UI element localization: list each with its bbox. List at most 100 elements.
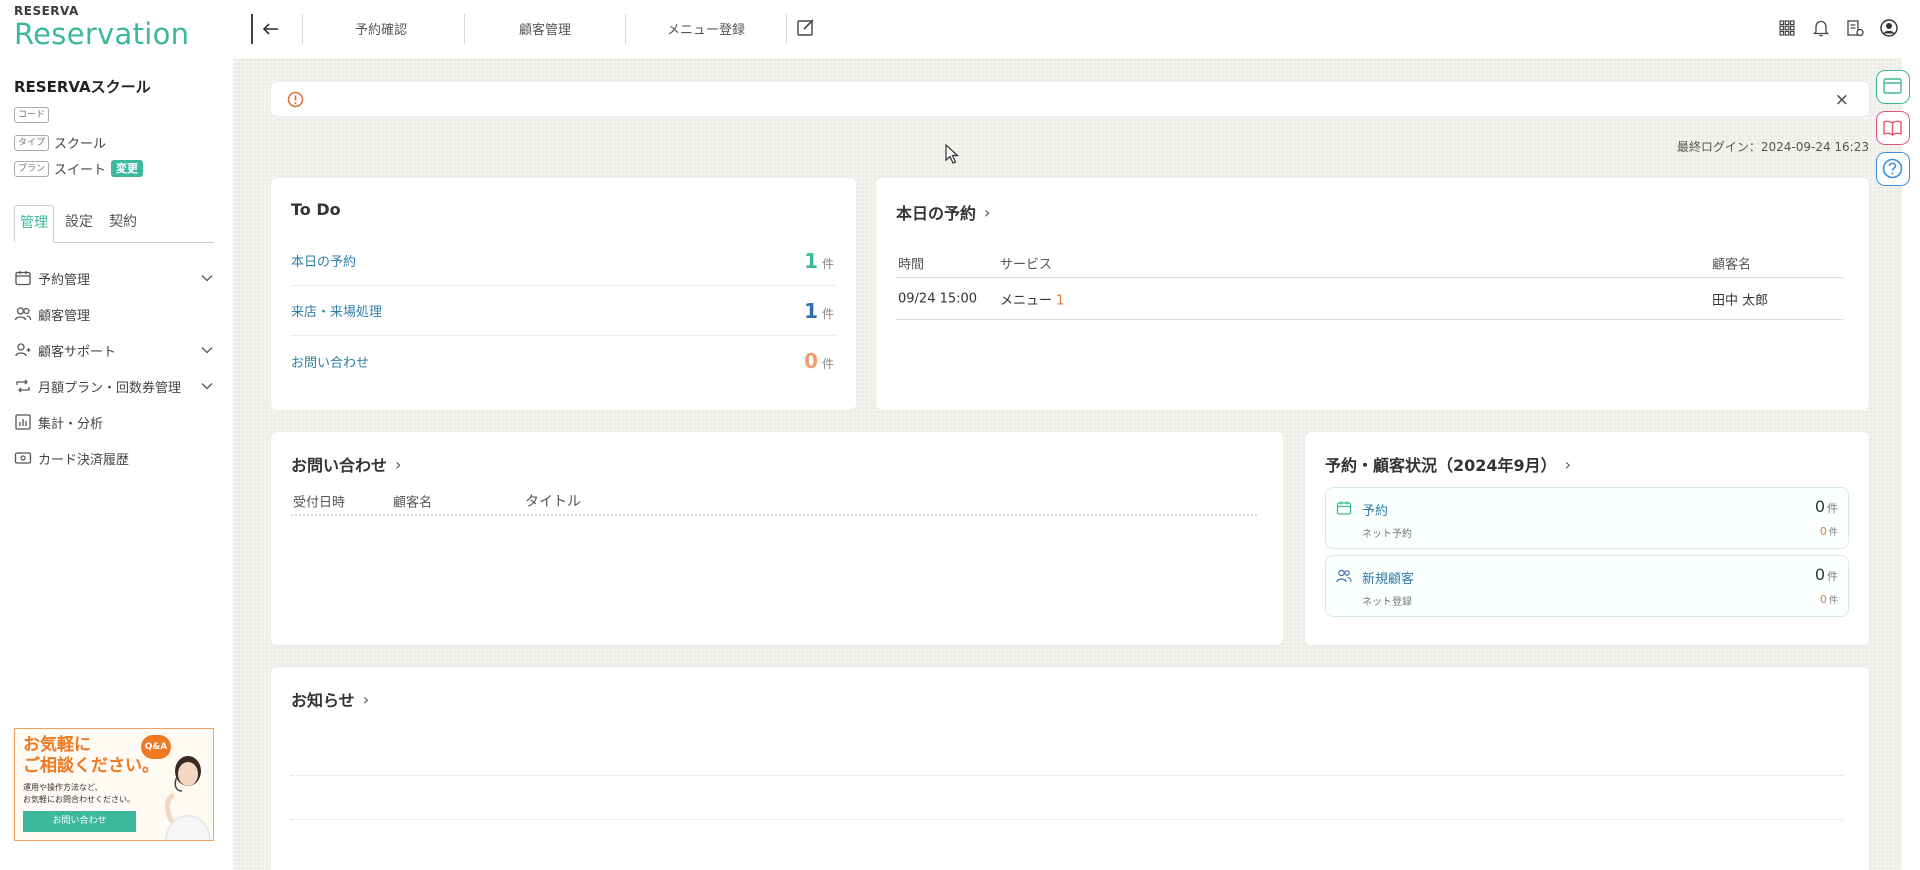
chevron-right-icon: › <box>1564 454 1572 474</box>
table-row[interactable]: 09/24 15:00 メニュー 1 田中 太郎 <box>896 278 1843 320</box>
todo-row-today: 本日の予約 1 件 <box>291 236 836 286</box>
divider <box>302 14 303 44</box>
meta-code: コード <box>14 107 54 123</box>
window-icon <box>1883 78 1902 94</box>
news-title-link[interactable]: お知らせ › <box>291 687 369 711</box>
card-title-text: お知らせ <box>291 691 355 710</box>
sidebar-item-analytics[interactable]: 集計・分析 <box>14 404 214 440</box>
stat-reservations: 予約 ネット予約 0件 0件 <box>1325 487 1849 549</box>
stat-unit: 件 <box>1827 502 1838 515</box>
help-question-icon <box>1882 158 1903 179</box>
stat-subnumber: 0 <box>1819 525 1827 538</box>
sidebar-item-label: 顧客管理 <box>38 308 91 324</box>
stat-label[interactable]: 新規顧客 <box>1362 568 1414 587</box>
chevron-right-icon: › <box>362 689 370 709</box>
repeat-icon <box>16 379 30 393</box>
meta-value: スイート <box>54 163 107 178</box>
today-reservations-card: 本日の予約 › 時間 サービス 顧客名 09/24 15:00 メニュー 1 田… <box>876 178 1869 410</box>
todo-label[interactable]: 本日の予約 <box>291 251 356 270</box>
change-plan-button[interactable]: 変更 <box>111 160 144 177</box>
screen-tool-button[interactable] <box>1876 70 1910 104</box>
alert-circle-icon <box>287 91 304 108</box>
sidebar-item-label: 集計・分析 <box>38 416 104 432</box>
todo-label[interactable]: お問い合わせ <box>291 352 369 371</box>
meta-value: スクール <box>54 137 107 152</box>
tab-settings[interactable]: 設定 <box>60 205 98 243</box>
service-count: 1 <box>1056 293 1065 308</box>
status-title-link[interactable]: 予約・顧客状況（2024年9月） › <box>1325 452 1571 476</box>
sidebar-item-card-history[interactable]: カード決済履歴 <box>14 440 214 476</box>
collapse-sidebar-icon[interactable] <box>258 17 284 41</box>
chevron-down-icon <box>201 383 213 390</box>
stat-subvalue: 0件 <box>1820 592 1838 606</box>
tab-manage[interactable]: 管理 <box>14 205 54 243</box>
close-alert-button[interactable]: × <box>1835 90 1849 110</box>
book-icon <box>1883 120 1902 136</box>
tab-contract[interactable]: 契約 <box>104 205 142 243</box>
reservation-service: メニュー 1 <box>1000 289 1064 308</box>
card-icon <box>14 452 32 464</box>
sidebar-item-label: 月額プラン・回数券管理 <box>38 380 182 396</box>
sidebar: RESERVA Reservation RESERVAスクール コード タイプ … <box>0 0 233 870</box>
calendar-icon <box>15 271 31 286</box>
chevron-down-icon <box>201 347 213 354</box>
nav-menu-registration[interactable]: メニュー登録 <box>667 19 745 38</box>
meta-plan: プラン スイート 変更 <box>14 159 144 178</box>
help-button[interactable] <box>1876 152 1910 186</box>
brand-small: RESERVA <box>14 4 79 18</box>
last-login: 最終ログイン：2024-09-24 16:23 <box>1676 140 1869 154</box>
apps-grid-icon[interactable] <box>1777 18 1797 38</box>
todo-row-inquiries: お問い合わせ 0 件 <box>291 336 836 386</box>
stat-label[interactable]: 予約 <box>1362 500 1388 519</box>
promo-title-line: ご相談ください。 <box>23 756 159 776</box>
sidebar-item-label: カード決済履歴 <box>38 452 130 468</box>
brand-logo[interactable]: RESERVA Reservation <box>14 4 189 50</box>
promo-subtitle: 運用や操作方法など、 お気軽にお問合わせください。 <box>23 782 135 806</box>
nav-customer-management[interactable]: 顧客管理 <box>519 19 571 38</box>
stat-unit: 件 <box>1827 570 1838 583</box>
column-header: 顧客名 <box>393 495 433 511</box>
chevron-down-icon <box>201 275 213 282</box>
monthly-status-card: 予約・顧客状況（2024年9月） › 予約 ネット予約 0件 0件 新規顧客 ネ… <box>1305 432 1869 645</box>
store-settings-icon[interactable] <box>1845 18 1865 38</box>
stat-subunit: 件 <box>1828 527 1838 538</box>
today-title-link[interactable]: 本日の予約 › <box>896 200 990 224</box>
column-header: タイトル <box>525 494 581 510</box>
promo-contact-button[interactable]: お問い合わせ <box>23 811 136 832</box>
inquiries-title-link[interactable]: お問い合わせ › <box>291 452 401 476</box>
sidebar-item-support[interactable]: 顧客サポート <box>14 332 214 368</box>
brand-large: Reservation <box>14 17 190 51</box>
support-promo-banner[interactable]: お気軽に ご相談ください。 Q&A 運用や操作方法など、 お気軽にお問合わせくだ… <box>14 728 214 841</box>
support-operator-illustration <box>165 756 211 840</box>
manual-button[interactable] <box>1876 111 1910 145</box>
stat-number: 0 <box>1814 565 1825 584</box>
inquiries-card: お問い合わせ › 受付日時 顧客名 タイトル <box>271 432 1283 645</box>
sidebar-item-plans[interactable]: 月額プラン・回数券管理 <box>14 368 214 404</box>
divider <box>464 14 465 44</box>
table-header: 受付日時 顧客名 タイトル <box>291 488 1257 516</box>
service-name: メニュー <box>1000 293 1053 308</box>
chart-icon <box>15 414 31 430</box>
users-icon <box>1336 569 1352 583</box>
user-account-icon[interactable] <box>1879 18 1899 38</box>
edit-icon[interactable] <box>795 17 817 39</box>
reservation-customer: 田中 太郎 <box>1712 293 1769 308</box>
reservation-time: 09/24 15:00 <box>898 291 978 306</box>
todo-label[interactable]: 来店・来場処理 <box>291 301 382 320</box>
users-icon <box>14 307 32 321</box>
stat-subnumber: 0 <box>1819 593 1827 606</box>
user-plus-icon <box>15 343 31 357</box>
nav-reservation-check[interactable]: 予約確認 <box>355 19 407 38</box>
main-content: × 最終ログイン：2024-09-24 16:23 To Do 本日の予約 1 … <box>233 58 1902 870</box>
alert-banner: × <box>271 82 1869 116</box>
meta-tag: プラン <box>14 160 50 177</box>
stat-sublabel: ネット登録 <box>1362 597 1412 608</box>
todo-value: 1 件 <box>804 299 834 323</box>
sidebar-item-reservations[interactable]: 予約管理 <box>14 260 214 296</box>
todo-count: 1 <box>804 298 818 323</box>
todo-count: 1 <box>804 248 818 273</box>
sidebar-item-customers[interactable]: 顧客管理 <box>14 296 214 332</box>
todo-unit: 件 <box>821 256 834 271</box>
sidebar-item-label: 顧客サポート <box>38 344 117 360</box>
bell-icon[interactable] <box>1811 18 1831 38</box>
